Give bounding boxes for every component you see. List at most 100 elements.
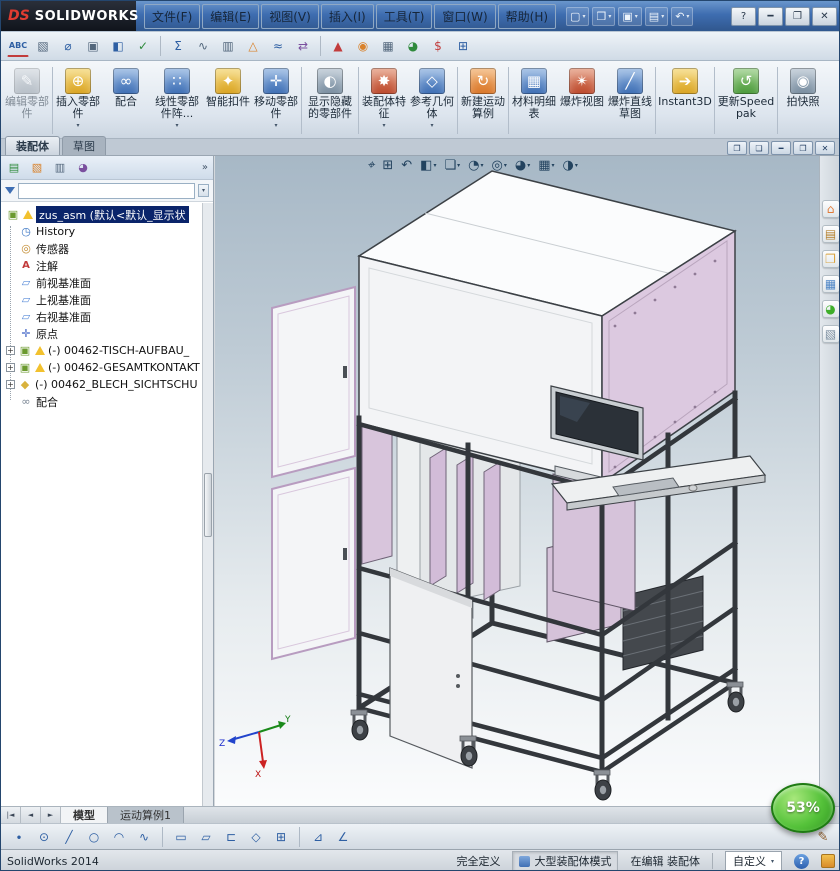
edit-appearance-button[interactable]: ◕ ▾ xyxy=(513,157,532,174)
close-button[interactable]: ✕ xyxy=(812,6,837,26)
display-style-button[interactable]: ◔ ▾ xyxy=(466,157,485,174)
assembly-features-button[interactable]: ✸ 装配体特征 ▾ xyxy=(360,63,408,138)
exploded-view-button[interactable]: ✴ 爆炸视图 xyxy=(558,63,606,138)
curvature-icon[interactable]: ∿ xyxy=(192,35,214,57)
panel-overflow-icon[interactable]: » xyxy=(202,162,208,173)
left-doors[interactable] xyxy=(271,285,356,661)
tab-sketch[interactable]: 草图 xyxy=(62,136,106,155)
menu-tools[interactable]: 工具(T) xyxy=(375,3,433,29)
scrollbar-thumb[interactable] xyxy=(204,473,212,537)
featuremanager-tab-icon[interactable]: ▤ xyxy=(6,160,22,176)
pattern-icon[interactable]: ⊞ xyxy=(271,827,291,847)
menu-window[interactable]: 窗口(W) xyxy=(434,3,496,29)
maximize-button[interactable]: ❐ xyxy=(785,6,810,26)
menu-edit[interactable]: 编辑(E) xyxy=(202,3,260,29)
print-button[interactable]: ▤ ▾ xyxy=(644,6,669,26)
window-cascade-icon[interactable]: ❏ xyxy=(749,141,769,155)
section-properties-icon[interactable]: ◧ xyxy=(107,35,129,57)
instant3d-button[interactable]: ➔ Instant3D xyxy=(657,63,713,138)
window-close-icon[interactable]: ✕ xyxy=(815,141,835,155)
centerpoint-circle-icon[interactable]: ⊙ xyxy=(34,827,54,847)
view-settings-button[interactable]: ◑ ▾ xyxy=(561,157,580,174)
insert-components-button[interactable]: ⊕ 插入零部件 ▾ xyxy=(54,63,102,138)
tree-item-mates[interactable]: ∞ 配合 xyxy=(3,393,213,410)
linear-component-pattern-button[interactable]: ∷ 线性零部件阵... ▾ xyxy=(150,63,204,138)
tab-scroll-next-button[interactable]: ► xyxy=(41,807,61,823)
dimension-icon[interactable]: ∠ xyxy=(333,827,353,847)
move-component-button[interactable]: ✛ 移动零部件 ▾ xyxy=(252,63,300,138)
tab-model[interactable]: 模型 xyxy=(61,807,108,823)
check-icon[interactable]: ✓ xyxy=(132,35,154,57)
configurationmanager-tab-icon[interactable]: ▥ xyxy=(52,160,68,176)
tab-scroll-prev-button[interactable]: ◄ xyxy=(21,807,41,823)
show-hidden-components-button[interactable]: ◐ 显示隐藏的零部件 xyxy=(303,63,357,138)
expand-icon[interactable]: + xyxy=(6,346,15,355)
explode-line-sketch-button[interactable]: ╱ 爆炸直线草图 xyxy=(606,63,654,138)
resources-home-icon[interactable]: ⌂ xyxy=(821,200,839,218)
menu-file[interactable]: 文件(F) xyxy=(144,3,201,29)
tree-item-root[interactable]: ▣ zus_asm (默认<默认_显示状 xyxy=(3,206,213,223)
custom-properties-icon[interactable]: ▧ xyxy=(821,325,839,343)
measure-icon[interactable]: ⌀ xyxy=(57,35,79,57)
toolbox-icon[interactable]: ▦ xyxy=(377,35,399,57)
symmetry-check-icon[interactable]: ⇄ xyxy=(292,35,314,57)
tree-item-right-plane[interactable]: ▱ 右视基准面 xyxy=(3,308,213,325)
tree-item-history[interactable]: ◷ History xyxy=(3,223,213,240)
mass-properties-icon[interactable]: ▣ xyxy=(82,35,104,57)
tree-item-sensors[interactable]: ◎ 传感器 xyxy=(3,240,213,257)
expand-icon[interactable]: + xyxy=(6,363,15,372)
bill-of-materials-button[interactable]: ▦ 材料明细表 xyxy=(510,63,558,138)
motion-icon[interactable]: ◉ xyxy=(352,35,374,57)
zebra-stripes-icon[interactable]: ▥ xyxy=(217,35,239,57)
open-document-button[interactable]: ❒ ▾ xyxy=(592,6,616,26)
take-snapshot-button[interactable]: ◉ 拍快照 xyxy=(779,63,827,138)
parallelogram-icon[interactable]: ▱ xyxy=(196,827,216,847)
spline-icon[interactable]: ∿ xyxy=(134,827,154,847)
chamfer-icon[interactable]: ⊿ xyxy=(308,827,328,847)
new-document-button[interactable]: ▢ ▾ xyxy=(566,6,590,26)
tree-item-part-blech[interactable]: + ◆ (-) 00462_BLECH_SICHTSCHU xyxy=(3,376,213,393)
reference-geometry-button[interactable]: ◇ 参考几何体 ▾ xyxy=(408,63,456,138)
new-motion-study-button[interactable]: ↻ 新建运动算例 xyxy=(459,63,507,138)
undo-button[interactable]: ↶ ▾ xyxy=(671,6,694,26)
tree-item-subassembly-tisch[interactable]: + ▣ (-) 00462-TISCH-AUFBAU_ xyxy=(3,342,213,359)
costing-icon[interactable]: $ xyxy=(427,35,449,57)
graphics-area[interactable]: ⌖ ⊞ ↶ ◧ ▾ ❏ ▾ ◔ ▾ ◎ ▾ ◕ ▾ ▦ ▾ ◑ ▾ ⌂ ▤ ❒ ▦ ◕ ▧ Z xyxy=(215,156,839,806)
tree-item-subassembly-gesamtkontakt[interactable]: + ▣ (-) 00462-GESAMTKONTAKT xyxy=(3,359,213,376)
window-new-icon[interactable]: ❐ xyxy=(727,141,747,155)
hide-show-items-button[interactable]: ◎ ▾ xyxy=(489,157,508,174)
design-library-icon[interactable]: ▤ xyxy=(821,225,839,243)
help-button[interactable]: ? xyxy=(731,6,756,26)
mate-button[interactable]: ∞ 配合 xyxy=(102,63,150,138)
window-restore-icon[interactable]: ❐ xyxy=(793,141,813,155)
custom-view-dropdown[interactable]: 自定义 ▾ xyxy=(724,851,782,870)
tree-filter-input[interactable] xyxy=(18,182,195,199)
arc-icon[interactable]: ◠ xyxy=(109,827,129,847)
expand-icon[interactable]: + xyxy=(6,380,15,389)
tree-scrollbar[interactable] xyxy=(202,203,213,806)
spell-check-icon[interactable]: ABC xyxy=(7,35,29,57)
propertymanager-tab-icon[interactable]: ▧ xyxy=(29,160,45,176)
quick-tips-help-icon[interactable]: ? xyxy=(794,853,809,869)
appearances-icon[interactable]: ◕ xyxy=(821,300,839,318)
zoom-fit-button[interactable]: ⌖ xyxy=(365,157,376,174)
deviation-analysis-icon[interactable]: ≈ xyxy=(267,35,289,57)
displaymanager-tab-icon[interactable]: ◕ xyxy=(75,160,91,176)
tree-item-front-plane[interactable]: ▱ 前视基准面 xyxy=(3,274,213,291)
tab-assembly[interactable]: 装配体 xyxy=(5,136,60,155)
simulation-icon[interactable]: ▲ xyxy=(327,35,349,57)
apply-scene-button[interactable]: ▦ ▾ xyxy=(536,157,556,174)
line-icon[interactable]: ╱ xyxy=(59,827,79,847)
previous-view-button[interactable]: ↶ xyxy=(399,157,414,174)
window-minimize-icon[interactable]: ━ xyxy=(771,141,791,155)
photoview-icon[interactable]: ◕ xyxy=(402,35,424,57)
equations-icon[interactable]: Σ xyxy=(167,35,189,57)
rectangle-icon[interactable]: ▭ xyxy=(171,827,191,847)
menu-view[interactable]: 视图(V) xyxy=(261,3,319,29)
save-button[interactable]: ▣ ▾ xyxy=(618,6,642,26)
smart-fasteners-button[interactable]: ✦ 智能扣件 xyxy=(204,63,252,138)
tree-item-annotations[interactable]: A 注解 xyxy=(3,257,213,274)
point-icon[interactable]: ∙ xyxy=(9,827,29,847)
edit-component-button[interactable]: ✎ 编辑零部件 xyxy=(3,63,51,138)
tree-item-origin[interactable]: ✛ 原点 xyxy=(3,325,213,342)
